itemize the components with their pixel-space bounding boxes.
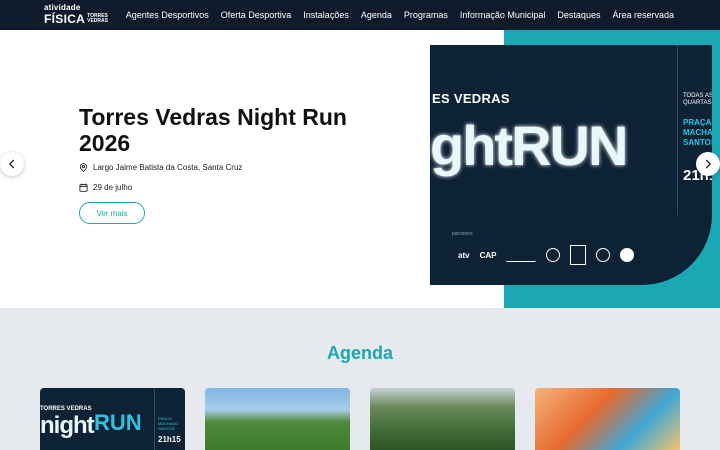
night-run-poster[interactable]: ES VEDRAS ghtRUN TODAS AS QUARTAS PRAÇA … bbox=[430, 45, 712, 285]
poster-divider bbox=[677, 45, 678, 215]
chevron-left-icon bbox=[8, 159, 15, 169]
poster-partner-logos: atv CAP bbox=[430, 245, 712, 265]
partner-logo-cap: CAP bbox=[479, 250, 497, 260]
hero-date-text: 29 de julho bbox=[93, 183, 133, 192]
ver-mais-button[interactable]: Ver mais bbox=[79, 202, 145, 224]
calendar-icon bbox=[79, 183, 88, 192]
hero-location: Largo Jaime Batista da Costa, Santa Cruz bbox=[79, 163, 242, 172]
card-divider bbox=[154, 388, 155, 450]
poster-side-text: TODAS AS QUARTAS bbox=[683, 93, 712, 106]
menu-item-destaques[interactable]: Destaques bbox=[557, 10, 600, 20]
main-menu: Agentes Desportivos Oferta Desportiva In… bbox=[126, 0, 674, 30]
menu-item-agenda[interactable]: Agenda bbox=[361, 10, 392, 20]
chevron-right-icon bbox=[705, 159, 712, 169]
menu-item-agentes-desportivos[interactable]: Agentes Desportivos bbox=[126, 10, 209, 20]
agenda-card-hill-image[interactable] bbox=[370, 388, 515, 450]
agenda-card-illustration-image[interactable] bbox=[535, 388, 680, 450]
menu-item-programas[interactable]: Programas bbox=[404, 10, 448, 20]
card-place: PRAÇA MACHADO SANTOS bbox=[158, 416, 179, 431]
partner-round-logo-icon bbox=[620, 248, 635, 262]
card-night: night bbox=[40, 412, 95, 439]
carousel-next-button[interactable] bbox=[696, 152, 720, 176]
hero-title: Torres Vedras Night Run 2026 bbox=[79, 104, 347, 156]
agenda-card-outdoor-yoga-image[interactable] bbox=[205, 388, 350, 450]
partner-logo-atv: atv bbox=[458, 250, 470, 260]
partner-emblem-icon bbox=[596, 248, 611, 262]
hero-carousel: Torres Vedras Night Run 2026 Largo Jaime… bbox=[0, 30, 720, 308]
logo-line-1: atividade bbox=[44, 3, 81, 12]
card-time: 21h15 bbox=[158, 435, 181, 444]
partner-seal-icon bbox=[546, 248, 561, 262]
menu-item-informacao-municipal[interactable]: Informação Municipal bbox=[460, 10, 546, 20]
hero-location-text: Largo Jaime Batista da Costa, Santa Cruz bbox=[93, 163, 243, 172]
poster-night-run: ghtRUN bbox=[430, 114, 628, 177]
agenda-title: Agenda bbox=[326, 343, 393, 363]
poster-partners-label: parceiros bbox=[452, 231, 473, 237]
menu-item-oferta-desportiva[interactable]: Oferta Desportiva bbox=[221, 10, 292, 20]
hero-date: 29 de julho bbox=[79, 183, 132, 192]
menu-item-instalacoes[interactable]: Instalações bbox=[303, 10, 349, 20]
location-pin-icon bbox=[79, 163, 88, 172]
partner-logo-icon bbox=[506, 248, 537, 262]
logo-line-2: FÍSICA bbox=[44, 12, 86, 26]
partner-crest-icon bbox=[570, 245, 587, 265]
site-logo[interactable]: atividade FÍSICA TORRES VEDRAS bbox=[44, 3, 108, 26]
poster-city: ES VEDRAS bbox=[432, 91, 510, 106]
carousel-prev-button[interactable] bbox=[0, 152, 24, 176]
card-run: RUN bbox=[94, 410, 142, 435]
menu-item-area-reservada[interactable]: Área reservada bbox=[612, 10, 674, 20]
agenda-section: Agenda TORRES VEDRAS night RUN PRAÇA MAC… bbox=[0, 308, 720, 450]
top-navbar: atividade FÍSICA TORRES VEDRAS Agentes D… bbox=[0, 0, 720, 30]
logo-line-3b: VEDRAS bbox=[87, 18, 108, 24]
agenda-card-night-run[interactable]: TORRES VEDRAS night RUN PRAÇA MACHADO SA… bbox=[40, 388, 185, 450]
poster-place: PRAÇA MACHADO SANTOS bbox=[683, 118, 712, 147]
